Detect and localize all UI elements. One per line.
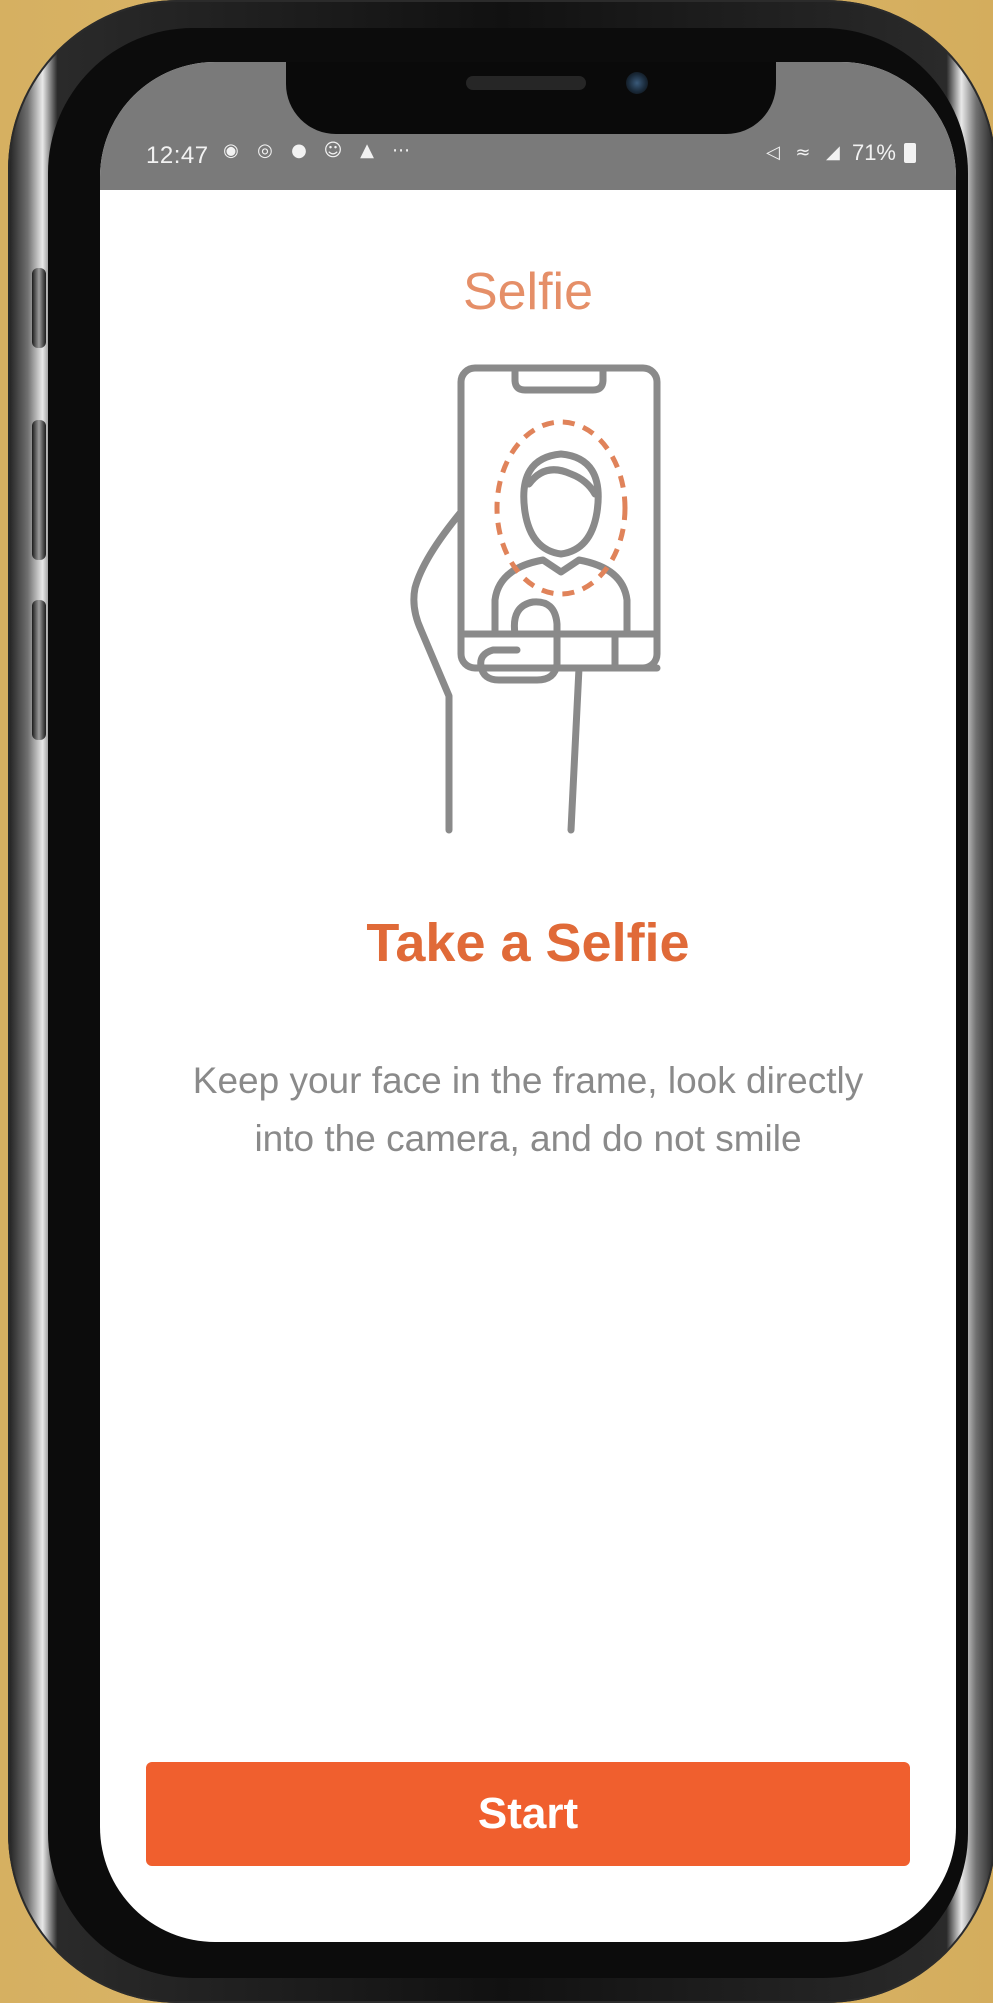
signal-icon: ◢ xyxy=(826,142,840,163)
instructions-text: Keep your face in the frame, look direct… xyxy=(192,1060,864,1159)
heading: Take a Selfie xyxy=(366,913,690,973)
earpiece-speaker xyxy=(466,76,586,90)
messenger-icon: ◉ xyxy=(223,140,239,161)
phone-screen: 12:47 ◉ ◎ ● ☺ ▲ ⋯ ◁ ≈ ◢ 71% Selfie Take … xyxy=(100,62,956,1942)
status-bar: 12:47 ◉ ◎ ● ☺ ▲ ⋯ ◁ ≈ ◢ 71% xyxy=(100,62,956,190)
page-title: Selfie xyxy=(462,263,594,321)
volume-down-button xyxy=(32,420,46,560)
more-icon: ⋯ xyxy=(392,140,410,161)
warning-icon: ▲ xyxy=(360,140,374,161)
facebook-icon: ● xyxy=(291,140,307,161)
start-button[interactable]: Start xyxy=(146,1762,910,1866)
status-time: 12:47 xyxy=(146,142,209,169)
notch xyxy=(286,62,776,134)
front-camera xyxy=(626,72,648,94)
selfie-illustration-icon xyxy=(410,364,661,834)
power-side-button xyxy=(32,600,46,740)
mute-icon: ◁ xyxy=(766,142,780,163)
wifi-icon: ≈ xyxy=(795,142,811,163)
battery-percent: 71% xyxy=(851,140,896,165)
account-icon: ☺ xyxy=(323,140,343,161)
notification-icons: ◉ ◎ ● ☺ ▲ ⋯ xyxy=(220,140,412,162)
battery-icon xyxy=(904,143,916,163)
whatsapp-icon: ◎ xyxy=(257,140,273,161)
volume-up-button xyxy=(32,268,46,348)
system-icons: ◁ ≈ ◢ 71% xyxy=(762,140,916,166)
